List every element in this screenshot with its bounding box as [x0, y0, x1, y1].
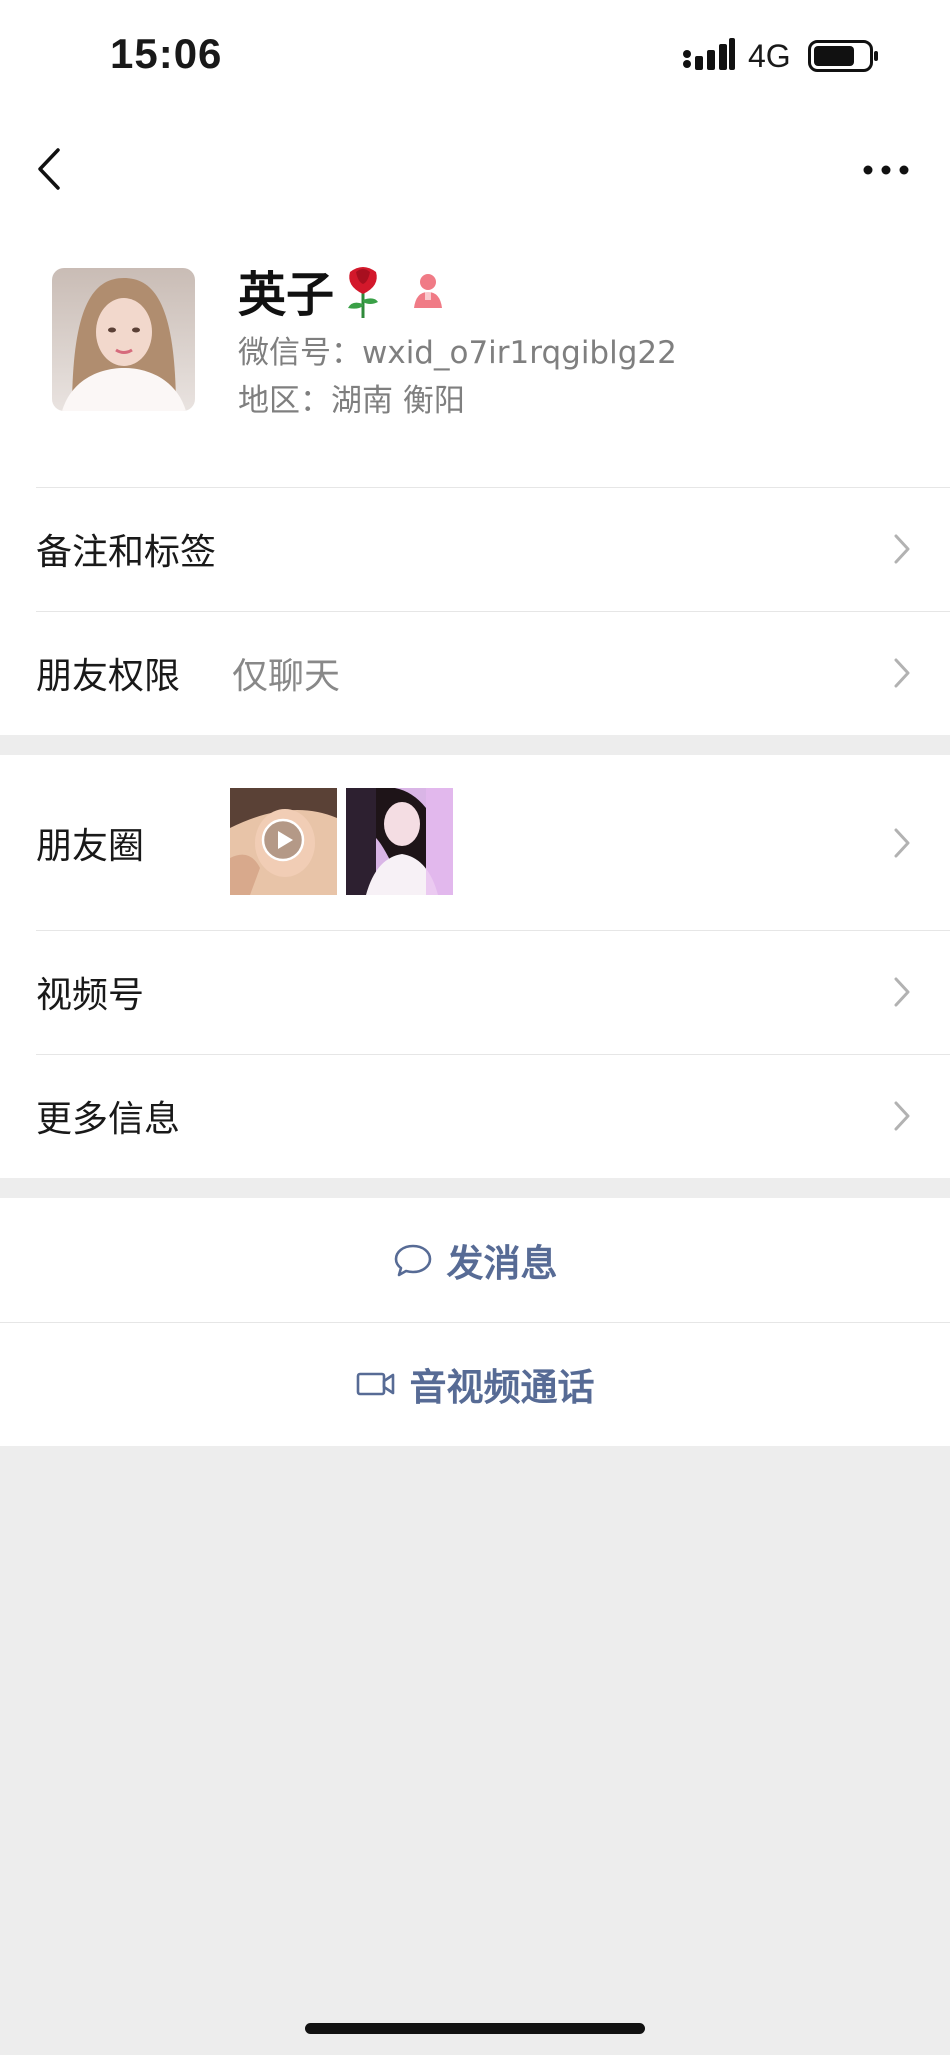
network-type: 4G — [748, 38, 791, 74]
permission-value: 仅聊天 — [232, 656, 341, 697]
video-camera-icon — [356, 1372, 394, 1396]
home-indicator[interactable] — [305, 2023, 645, 2034]
name-row: 英子 — [238, 255, 448, 325]
chevron-right-icon — [894, 658, 910, 688]
moments-thumbnail-video[interactable] — [230, 788, 337, 895]
female-gender-icon — [414, 274, 443, 308]
region: 地区：湖南 衡阳 — [238, 383, 465, 419]
profile-header: 英子 微信号：wxid_o7ir1rqgiblg22 地区：湖南 衡阳 — [0, 235, 950, 487]
audio-video-call-button[interactable]: 音视频通话 — [0, 1322, 950, 1446]
signal-strength-icon — [683, 38, 735, 70]
row-label: 备注和标签 — [36, 532, 217, 573]
moments-thumbnail-photo[interactable] — [346, 788, 453, 895]
settings-group-1: 备注和标签 朋友权限 仅聊天 — [0, 487, 950, 735]
chevron-right-icon — [894, 1101, 910, 1131]
row-label: 朋友权限 — [36, 656, 181, 697]
audio-video-call-label: 音视频通话 — [409, 1366, 595, 1409]
chat-bubble-icon — [394, 1244, 431, 1277]
back-chevron-icon[interactable] — [30, 133, 70, 203]
row-label: 朋友圈 — [36, 825, 145, 867]
status-bar: 15:06 4G — [0, 0, 950, 115]
channels-row[interactable]: 视频号 — [0, 930, 950, 1054]
chevron-right-icon — [894, 534, 910, 564]
chevron-right-icon — [894, 977, 910, 1007]
contact-name: 英子 — [238, 267, 335, 323]
send-message-button[interactable]: 发消息 — [0, 1198, 950, 1322]
divider — [36, 1054, 950, 1055]
row-label: 更多信息 — [36, 1099, 181, 1140]
more-info-row[interactable]: 更多信息 — [0, 1054, 950, 1178]
row-label: 视频号 — [36, 975, 145, 1016]
divider — [36, 487, 950, 488]
divider — [36, 611, 950, 612]
send-message-label: 发消息 — [446, 1242, 558, 1285]
settings-group-2: 朋友圈 视频号 更多信息 — [0, 755, 950, 1178]
avatar[interactable] — [52, 268, 195, 411]
more-dots-icon[interactable] — [862, 150, 910, 190]
divider — [0, 1322, 950, 1323]
status-time: 15:06 — [110, 30, 223, 77]
battery-icon — [808, 40, 878, 72]
nav-bar — [0, 115, 950, 235]
wechat-id: 微信号：wxid_o7ir1rqgiblg22 — [238, 335, 677, 371]
chevron-right-icon — [894, 828, 910, 857]
remarks-and-tags-row[interactable]: 备注和标签 — [0, 487, 950, 611]
action-group: 发消息 音视频通话 — [0, 1198, 950, 1446]
rose-icon — [348, 267, 379, 318]
friend-permissions-row[interactable]: 朋友权限 仅聊天 — [0, 611, 950, 735]
divider — [36, 930, 950, 931]
moments-row[interactable]: 朋友圈 — [0, 755, 950, 930]
